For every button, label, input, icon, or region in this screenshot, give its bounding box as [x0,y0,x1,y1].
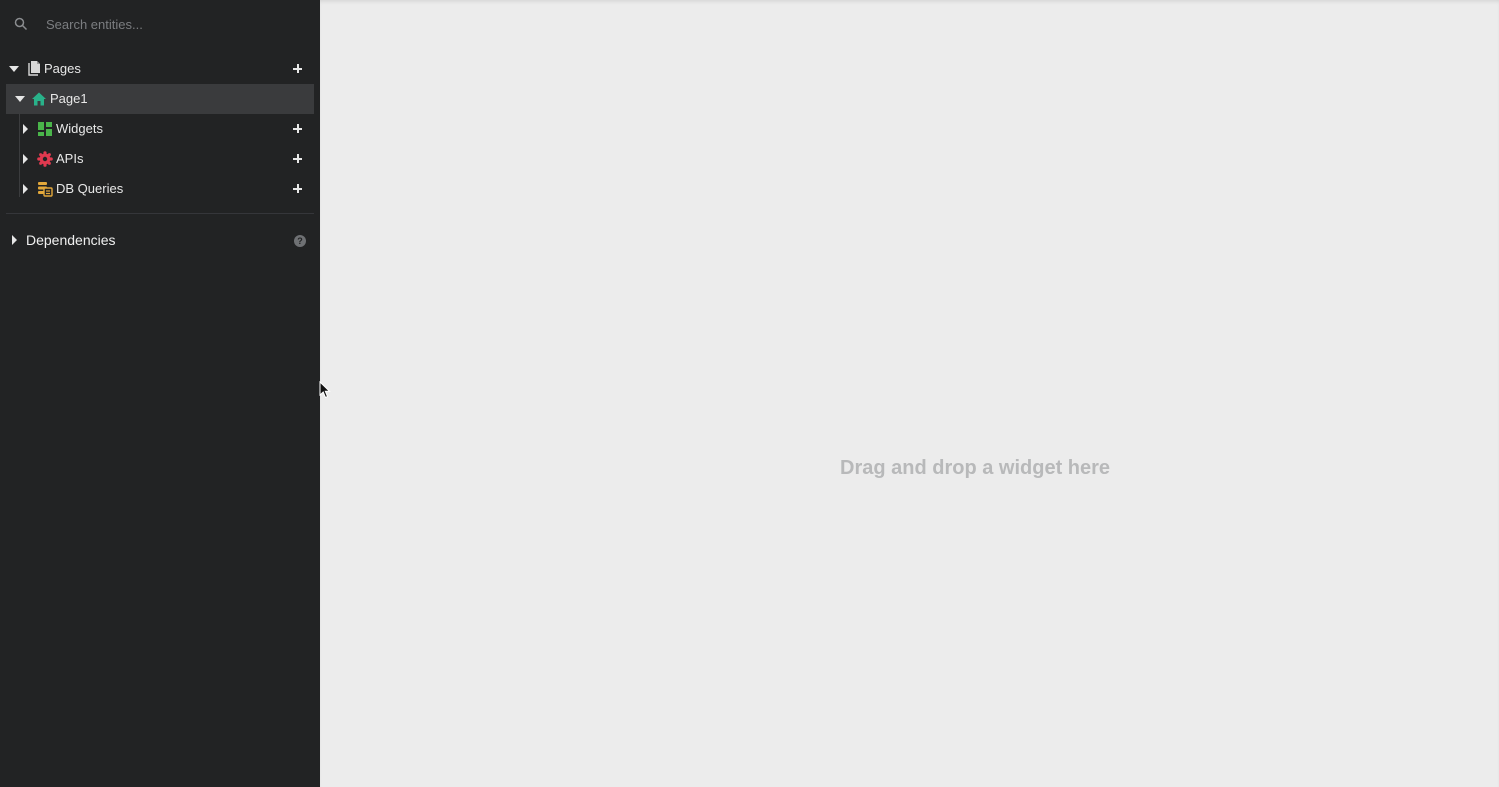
help-icon[interactable]: ? [294,235,306,247]
sidebar-divider [6,213,314,214]
widgets-label: Widgets [56,121,103,136]
search-icon [14,17,28,31]
chevron-right-icon[interactable] [23,174,28,204]
db-queries-label: DB Queries [56,181,124,196]
db-queries-icon [38,182,53,197]
db-queries-group[interactable]: DB Queries [6,174,314,204]
dependencies-label: Dependencies [26,232,116,248]
chevron-right-icon[interactable] [23,114,28,144]
pages-label: Pages [44,61,81,76]
add-page-button[interactable] [292,63,304,75]
add-api-button[interactable] [292,153,304,165]
dependencies-section[interactable]: Dependencies ? [0,225,320,255]
page1-label: Page1 [50,91,88,106]
entity-search [0,0,320,48]
add-db-query-button[interactable] [292,183,304,195]
apis-label: APIs [56,151,84,166]
api-icon [37,151,53,167]
search-input[interactable] [46,14,296,34]
app-window: Pages Page1 Widgets [0,0,1499,787]
canvas-drop-area[interactable]: Drag and drop a widget here [320,0,1499,787]
chevron-right-icon[interactable] [12,225,17,255]
pages-group[interactable]: Pages [6,54,314,84]
add-widget-button[interactable] [292,123,304,135]
apis-group[interactable]: APIs [6,144,314,174]
entity-explorer-sidebar: Pages Page1 Widgets [0,0,320,787]
widgets-icon [38,122,52,136]
home-icon [32,92,46,106]
empty-canvas-hint: Drag and drop a widget here [840,457,1111,479]
mouse-cursor-icon [319,381,331,399]
pages-icon [28,61,40,76]
widgets-group[interactable]: Widgets [6,114,314,144]
chevron-down-icon[interactable] [9,54,19,84]
page1-item[interactable]: Page1 [6,84,314,114]
chevron-right-icon[interactable] [23,144,28,174]
chevron-down-icon[interactable] [15,84,25,114]
